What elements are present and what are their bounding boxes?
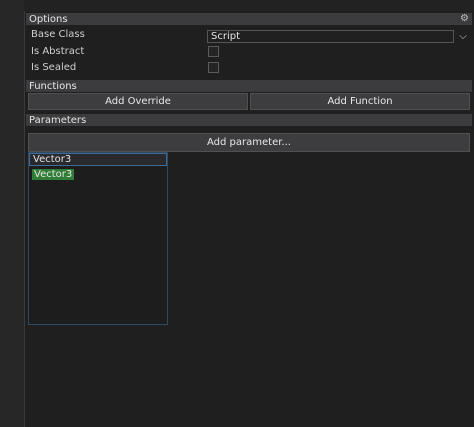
top-strip	[24, 0, 474, 11]
add-parameter-button[interactable]: Add parameter...	[28, 133, 470, 152]
list-item[interactable]: Vector3	[29, 153, 167, 166]
gear-icon[interactable]: ⚙	[460, 13, 469, 25]
parameters-section-header[interactable]: Parameters	[26, 114, 472, 126]
parameter-name: Vector3	[33, 154, 72, 165]
functions-section-title: Functions	[29, 80, 77, 92]
is-abstract-checkbox[interactable]	[208, 46, 219, 57]
base-class-dropdown[interactable]: Script ⌵	[207, 30, 467, 43]
add-override-button[interactable]: Add Override	[28, 93, 248, 110]
add-function-button[interactable]: Add Function	[250, 93, 470, 110]
properties-panel: Options ⚙ Base Class Script ⌵ Is Abstrac…	[26, 11, 474, 427]
parameter-list[interactable]: Vector3 Vector3	[28, 152, 168, 325]
options-section-title: Options	[29, 13, 68, 25]
is-sealed-label: Is Sealed	[31, 62, 77, 73]
functions-section-header[interactable]: Functions	[26, 80, 472, 92]
options-section-header[interactable]: Options ⚙	[26, 13, 472, 25]
chevron-down-icon[interactable]: ⌵	[457, 31, 469, 43]
is-sealed-checkbox[interactable]	[208, 62, 219, 73]
base-class-label: Base Class	[31, 29, 85, 40]
left-side-strip	[0, 0, 25, 427]
parameters-section-title: Parameters	[29, 114, 87, 126]
list-item[interactable]: Vector3	[29, 168, 167, 181]
is-abstract-label: Is Abstract	[31, 46, 85, 57]
base-class-value: Script	[211, 31, 241, 42]
parameter-name-highlighted: Vector3	[32, 169, 75, 180]
